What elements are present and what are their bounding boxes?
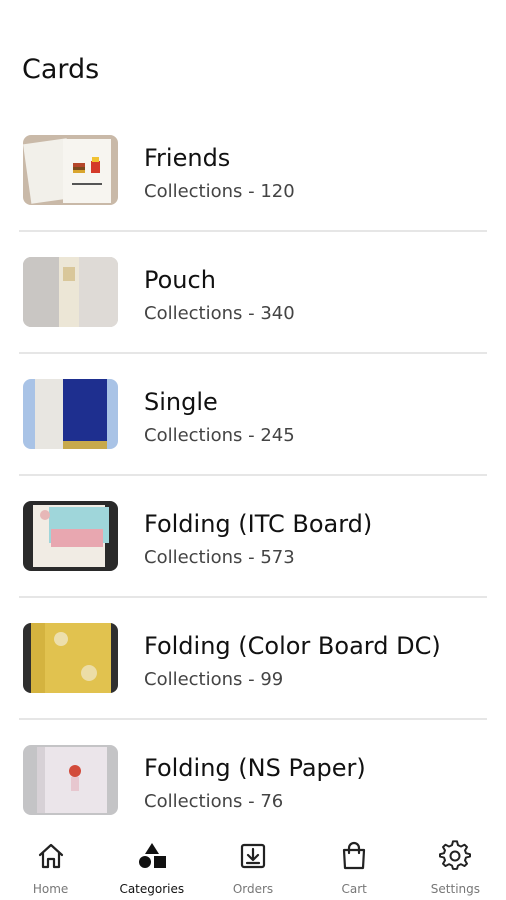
nav-label: Cart	[341, 882, 367, 896]
folding-itc-card-thumbnail	[23, 501, 118, 571]
pouch-card-thumbnail	[23, 257, 118, 327]
collections-count: Collections - 573	[144, 547, 295, 568]
category-list: Friends Collections - 120 Pouch Collecti…	[0, 110, 506, 842]
nav-label: Orders	[232, 882, 274, 896]
collections-count: Collections - 340	[144, 303, 295, 324]
folding-color-board-card-thumbnail	[23, 623, 118, 693]
category-title: Folding (NS Paper)	[144, 754, 366, 782]
page-title: Cards	[22, 54, 100, 85]
single-card-thumbnail	[23, 379, 118, 449]
collections-count: Collections - 120	[144, 181, 295, 202]
nav-label: Categories	[119, 882, 185, 896]
list-item-folding-ns-paper[interactable]: Folding (NS Paper) Collections - 76	[0, 720, 506, 842]
list-item-single[interactable]: Single Collections - 245	[0, 354, 506, 476]
collections-count: Collections - 245	[144, 425, 295, 446]
nav-categories[interactable]: Categories	[101, 828, 202, 900]
category-title: Single	[144, 388, 218, 416]
category-title: Folding (Color Board DC)	[144, 632, 441, 660]
category-title: Folding (ITC Board)	[144, 510, 373, 538]
nav-settings[interactable]: Settings	[405, 828, 506, 900]
cart-icon	[343, 841, 366, 870]
collections-count: Collections - 99	[144, 669, 284, 690]
bottom-navigation: Home Categories Orders Cart Settings	[0, 828, 506, 900]
settings-icon	[439, 840, 472, 870]
folding-ns-paper-card-thumbnail	[23, 745, 118, 815]
list-item-friends[interactable]: Friends Collections - 120	[0, 110, 506, 232]
orders-icon	[240, 843, 266, 869]
category-title: Pouch	[144, 266, 216, 294]
nav-orders[interactable]: Orders	[202, 828, 303, 900]
category-title: Friends	[144, 144, 231, 172]
collections-count: Collections - 76	[144, 791, 284, 812]
list-item-folding-itc-board[interactable]: Folding (ITC Board) Collections - 573	[0, 476, 506, 598]
home-icon	[38, 843, 63, 869]
screen: Cards Friends Collections - 120 Pouch Co…	[0, 0, 506, 900]
friends-card-thumbnail	[23, 135, 118, 205]
categories-icon	[138, 843, 166, 868]
list-item-folding-color-board-dc[interactable]: Folding (Color Board DC) Collections - 9…	[0, 598, 506, 720]
nav-home[interactable]: Home	[0, 828, 101, 900]
nav-label: Home	[32, 882, 69, 896]
nav-cart[interactable]: Cart	[304, 828, 405, 900]
nav-label: Settings	[430, 882, 481, 896]
list-item-pouch[interactable]: Pouch Collections - 340	[0, 232, 506, 354]
